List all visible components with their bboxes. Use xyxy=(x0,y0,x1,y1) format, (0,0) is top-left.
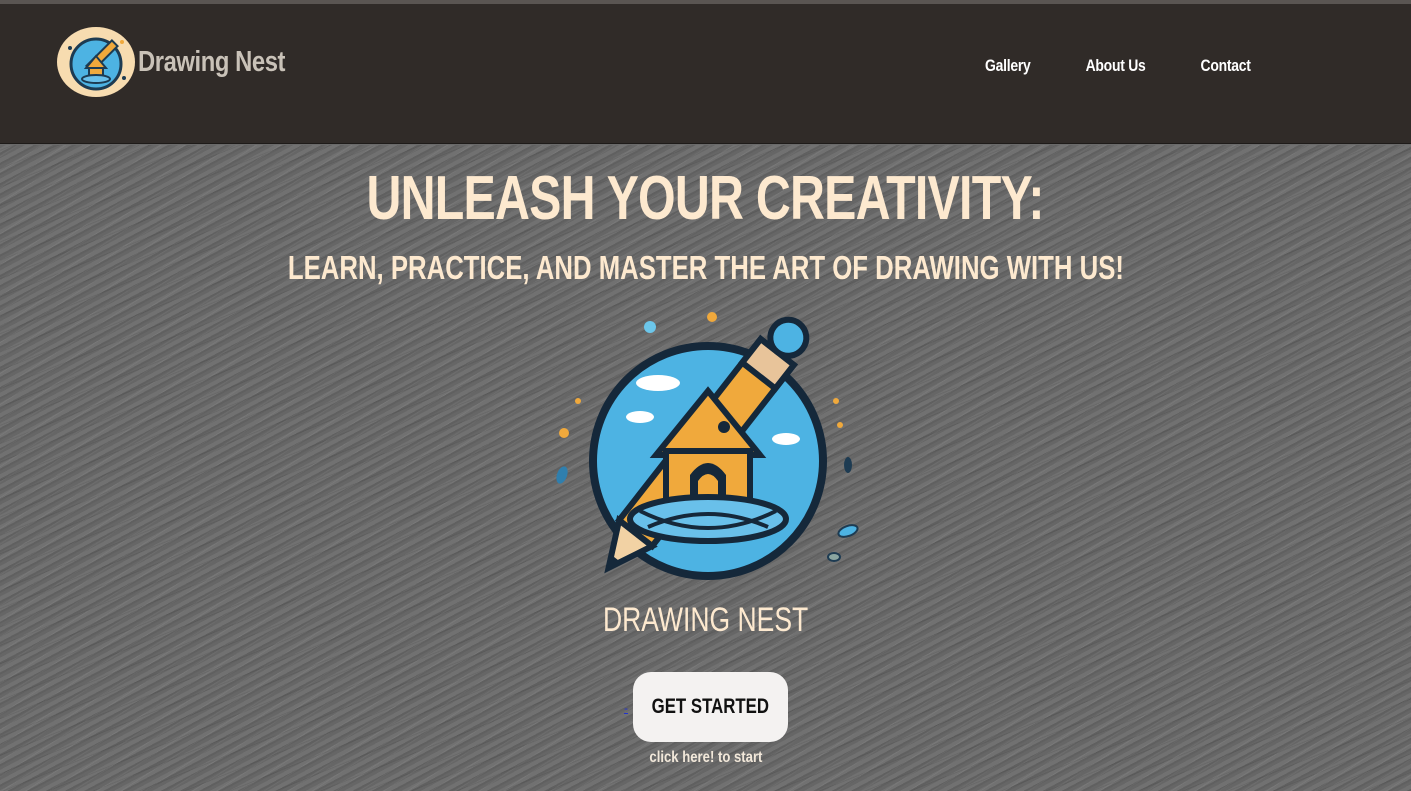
cta-hint-text: click here! to start xyxy=(648,749,763,766)
hero-section: UNLEASH YOUR CREATIVITY: LEARN, PRACTICE… xyxy=(0,145,1411,791)
brand-name: Drawing Nest xyxy=(138,45,286,78)
hero-brand-caption-text: DRAWING NEST xyxy=(602,601,809,639)
pencil-birdhouse-logo-icon xyxy=(556,312,859,580)
nav-contact[interactable]: Contact xyxy=(1200,56,1250,76)
hero-subheadline: LEARN, PRACTICE, AND MASTER THE ART OF D… xyxy=(0,249,1411,287)
hero-headline: UNLEASH YOUR CREATIVITY: xyxy=(0,163,1411,234)
get-started-link[interactable]: - xyxy=(624,701,628,715)
main-nav: Gallery About Us Contact xyxy=(937,56,1256,76)
hero-brand-caption: DRAWING NEST xyxy=(0,601,1411,640)
get-started-button[interactable]: GET STARTED xyxy=(633,672,788,742)
brand-link[interactable]: Drawing Nest xyxy=(56,26,317,98)
nav-gallery[interactable]: Gallery xyxy=(985,56,1031,76)
hero-subheadline-text: LEARN, PRACTICE, AND MASTER THE ART OF D… xyxy=(287,249,1124,286)
cta-hint: click here! to start xyxy=(0,749,1411,767)
hero-headline-text: UNLEASH YOUR CREATIVITY: xyxy=(366,164,1045,233)
navbar: Drawing Nest Gallery About Us Contact xyxy=(0,4,1411,144)
pencil-birdhouse-logo-icon xyxy=(57,27,135,97)
nav-about-us[interactable]: About Us xyxy=(1085,56,1145,76)
get-started-label: GET STARTED xyxy=(651,695,770,718)
